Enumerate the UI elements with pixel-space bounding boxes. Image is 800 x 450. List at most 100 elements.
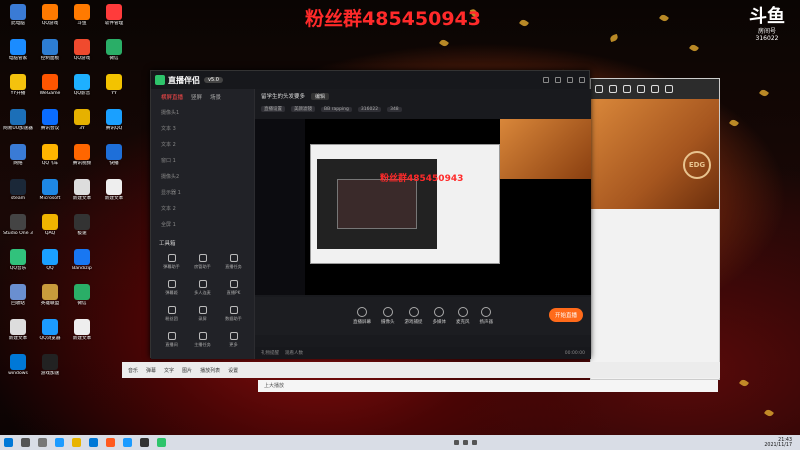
minimize-icon[interactable] xyxy=(555,77,561,83)
desktop-icon[interactable]: QQ xyxy=(34,249,66,271)
desktop-icon[interactable]: 新建文本 xyxy=(2,319,34,341)
tool-button[interactable]: 直播PK xyxy=(219,277,248,301)
desktop-icon[interactable]: 3Y xyxy=(66,109,98,131)
tool-button[interactable]: 录屏 xyxy=(188,303,217,327)
desktop-icon[interactable]: QQ飞车 xyxy=(34,144,66,166)
scene-item[interactable]: 文本 2 xyxy=(151,137,254,153)
ime-icon[interactable] xyxy=(471,440,477,445)
source-button[interactable]: 游戏捕捉 xyxy=(405,307,423,325)
desktop-icon[interactable]: 微信 xyxy=(66,284,98,306)
edge-icon[interactable] xyxy=(55,438,64,447)
mode-tab[interactable]: 横屏直播 xyxy=(161,93,183,101)
scene-item[interactable]: 窗口 1 xyxy=(151,153,254,169)
player-item[interactable]: 图片 xyxy=(182,367,192,374)
desktop-icon[interactable]: 腾讯视频 xyxy=(66,144,98,166)
desktop-icon[interactable]: QQ游戏 xyxy=(66,39,98,61)
desktop-icon[interactable]: 网易UU加速器 xyxy=(2,109,34,131)
explorer-icon[interactable] xyxy=(72,438,81,447)
scene-item[interactable]: 文本 3 xyxy=(151,121,254,137)
player-item[interactable]: 弹幕 xyxy=(146,367,156,374)
player-item[interactable]: 音乐 xyxy=(128,367,138,374)
info-chip[interactable]: 直播设置 xyxy=(261,106,285,112)
tool-button[interactable]: 多人连麦 xyxy=(188,277,217,301)
scene-item[interactable]: 全屏 1 xyxy=(151,217,254,233)
maximize-icon[interactable] xyxy=(567,77,573,83)
desktop-icon[interactable]: 快播 xyxy=(98,144,130,166)
desktop-icon[interactable]: windows xyxy=(2,354,34,376)
go-live-button[interactable]: 开始直播 xyxy=(548,308,583,322)
browser-icon[interactable] xyxy=(106,438,115,447)
desktop-icon[interactable]: 腾讯会议 xyxy=(34,109,66,131)
info-chip[interactable]: 美颜滤镜 xyxy=(291,106,315,112)
desktop-icon[interactable]: 斗鱼 xyxy=(66,4,98,26)
desktop-icon[interactable]: 软件管理 xyxy=(98,4,130,26)
desktop-icon[interactable]: 腾讯QQ xyxy=(98,109,130,131)
task-view-icon[interactable] xyxy=(38,438,47,447)
info-chip[interactable]: BB rapping xyxy=(321,106,352,112)
close-icon[interactable] xyxy=(579,77,585,83)
desktop-icon[interactable]: QQ音乐 xyxy=(2,249,34,271)
mode-tab[interactable]: 场景 xyxy=(210,93,221,101)
source-button[interactable]: 直播屏幕 xyxy=(353,307,371,325)
desktop-icon[interactable]: QQ游戏 xyxy=(34,4,66,26)
desktop-icon[interactable]: 英雄联盟 xyxy=(34,284,66,306)
desktop-icon[interactable]: 微信 xyxy=(98,39,130,61)
play-icon[interactable] xyxy=(595,85,603,93)
info-chip[interactable]: 348 xyxy=(387,106,402,112)
desktop-icon[interactable]: Studio One 3 xyxy=(2,214,34,236)
tool-button[interactable]: 房管助手 xyxy=(188,251,217,275)
tool-button[interactable]: 直播任务 xyxy=(219,251,248,275)
streaming-app-icon[interactable] xyxy=(157,438,166,447)
player-item[interactable]: 设置 xyxy=(228,367,238,374)
desktop-icon[interactable]: 极速 xyxy=(66,214,98,236)
browser-window[interactable]: EDG xyxy=(590,78,720,380)
grid-icon[interactable] xyxy=(637,85,645,93)
start-icon[interactable] xyxy=(4,438,13,447)
desktop-icon[interactable]: QQ浏览器 xyxy=(34,319,66,341)
preview-canvas[interactable]: 粉丝群485450943 xyxy=(255,119,591,295)
music-player-bar[interactable]: 音乐 弹幕 文字 图片 播放列表 设置 xyxy=(122,362,720,378)
desktop-icon[interactable]: 网络 xyxy=(2,144,34,166)
tool-button[interactable]: 弹幕助手 xyxy=(157,251,186,275)
desktop-icon[interactable]: Bandizip xyxy=(66,249,98,271)
game-icon[interactable] xyxy=(140,438,149,447)
desktop-icon[interactable]: 新建文本 xyxy=(66,179,98,201)
tool-button[interactable]: 粉丝团 xyxy=(157,303,186,327)
desktop-icon[interactable]: QAQ xyxy=(34,214,66,236)
desktop-icon[interactable]: 控制面板 xyxy=(34,39,66,61)
edit-title-button[interactable]: 编辑 xyxy=(311,92,330,100)
source-button[interactable]: 麦克风 xyxy=(456,307,470,325)
desktop-icon[interactable]: YY开播 xyxy=(2,74,34,96)
desktop-icon[interactable]: 游戏加速 xyxy=(34,354,66,376)
network-icon[interactable] xyxy=(453,440,459,445)
desktop-icon[interactable]: WeGame xyxy=(34,74,66,96)
desktop-icon[interactable]: steam xyxy=(2,179,34,201)
desktop-icon[interactable]: 回收站 xyxy=(2,284,34,306)
clock[interactable]: 21:43 2021/11/17 xyxy=(764,438,796,448)
player-item[interactable]: 文字 xyxy=(164,367,174,374)
player-item[interactable]: 播放列表 xyxy=(200,367,220,374)
desktop-icon[interactable]: 电脑管家 xyxy=(2,39,34,61)
desktop-icon[interactable]: QQ影音 xyxy=(66,74,98,96)
minimize-icon[interactable] xyxy=(651,85,659,93)
desktop-icon[interactable]: 新建文本 xyxy=(66,319,98,341)
search-icon[interactable] xyxy=(21,438,30,447)
volume-icon[interactable] xyxy=(462,440,468,445)
tool-button[interactable]: 数据助手 xyxy=(219,303,248,327)
streaming-app-window[interactable]: 直播伴侣 v5.0 横屏直播 竖屏 场景 摄像头1 文本 3 文本 2 窗口 1 摄像头2 显… xyxy=(150,70,591,359)
scene-item[interactable]: 摄像头1 xyxy=(151,105,254,121)
mode-tab[interactable]: 竖屏 xyxy=(191,93,202,101)
desktop-icon[interactable]: Microsoft xyxy=(34,179,66,201)
info-chip[interactable]: 316022 xyxy=(357,106,382,112)
tool-button[interactable]: 弹幕姬 xyxy=(157,277,186,301)
store-icon[interactable] xyxy=(89,438,98,447)
home-icon[interactable] xyxy=(609,85,617,93)
desktop-icon[interactable]: 新建文本 xyxy=(98,179,130,201)
scene-item[interactable]: 摄像头2 xyxy=(151,169,254,185)
scene-item[interactable]: 显示器 1 xyxy=(151,185,254,201)
tool-button[interactable]: 主播任务 xyxy=(188,329,217,353)
settings-icon[interactable] xyxy=(543,77,549,83)
desktop-icon[interactable]: 此电脑 xyxy=(2,4,34,26)
source-button[interactable]: 扬声器 xyxy=(480,307,493,325)
gamepad-icon[interactable] xyxy=(623,85,631,93)
